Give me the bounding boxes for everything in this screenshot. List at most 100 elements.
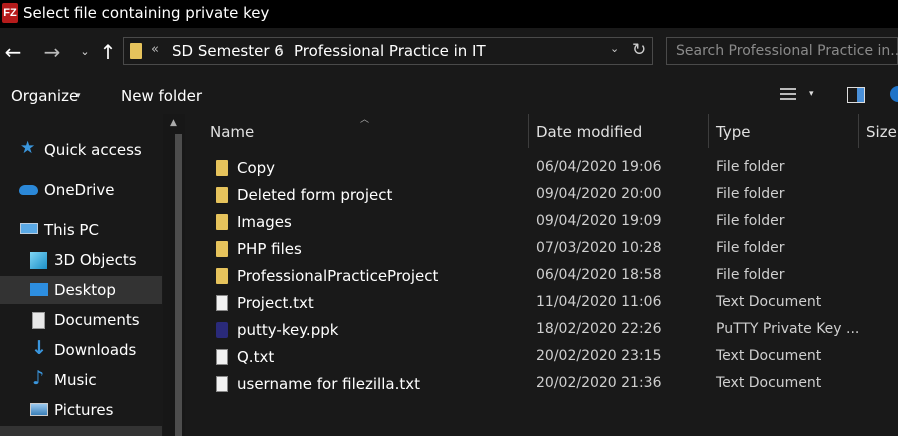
file-type: File folder [716, 267, 785, 283]
folder-icon [216, 214, 228, 230]
scrollbar-thumb[interactable] [175, 134, 182, 436]
title-bar: FZ Select file containing private key [0, 0, 898, 28]
up-arrow-icon[interactable]: ↑ [96, 40, 120, 64]
file-date: 18/02/2020 22:26 [536, 321, 662, 337]
file-date: 20/02/2020 21:36 [536, 375, 662, 391]
search-input[interactable]: Search Professional Practice in... [666, 37, 898, 65]
file-date: 07/03/2020 10:28 [536, 240, 662, 256]
file-type: PuTTY Private Key ... [716, 321, 860, 337]
folder-icon [130, 43, 142, 59]
file-row[interactable]: Deleted form project 09/04/2020 20:00 Fi… [186, 182, 898, 209]
column-header-date-modified[interactable]: Date modified [536, 123, 642, 141]
sidebar-item-label: Music [54, 371, 97, 389]
column-header-name[interactable]: Name [210, 123, 254, 141]
column-divider[interactable] [858, 114, 859, 148]
folder-icon [216, 160, 228, 176]
file-type: Text Document [716, 348, 822, 364]
sidebar-item-label: This PC [44, 221, 99, 239]
file-name: Project.txt [237, 294, 314, 312]
folder-icon [216, 187, 228, 203]
organize-button[interactable]: Organize [11, 87, 78, 105]
sidebar-item-label: Pictures [54, 401, 114, 419]
file-type: File folder [716, 186, 785, 202]
file-name: putty-key.ppk [237, 321, 339, 339]
file-date: 06/04/2020 19:06 [536, 159, 662, 175]
cube-icon [30, 252, 47, 269]
sidebar-item-label: OneDrive [44, 181, 115, 199]
back-arrow-icon[interactable]: ← [1, 40, 25, 64]
file-date: 09/04/2020 20:00 [536, 186, 662, 202]
column-header-type[interactable]: Type [716, 123, 750, 141]
text-file-icon [216, 295, 228, 311]
file-date: 11/04/2020 11:06 [536, 294, 662, 310]
folder-icon [216, 241, 228, 257]
file-name: PHP files [237, 240, 302, 258]
file-name: username for filezilla.txt [237, 375, 420, 393]
sidebar-item-onedrive[interactable]: OneDrive [0, 176, 162, 204]
file-type: File folder [716, 213, 785, 229]
new-folder-button[interactable]: New folder [121, 87, 202, 105]
sidebar-item-this-pc[interactable]: This PC [0, 216, 162, 244]
file-row[interactable]: putty-key.ppk 18/02/2020 22:26 PuTTY Pri… [186, 317, 898, 344]
folder-icon [216, 268, 228, 284]
sidebar-item-music[interactable]: ♪ Music [0, 366, 162, 394]
sort-ascending-icon: ︿ [360, 115, 370, 125]
sidebar-item-label: Documents [54, 311, 140, 329]
desktop-icon [30, 283, 48, 296]
sidebar-item-label: Quick access [44, 141, 142, 159]
star-icon: ★ [20, 138, 36, 158]
file-row[interactable]: username for filezilla.txt 20/02/2020 21… [186, 371, 898, 398]
sidebar-item-desktop[interactable]: Desktop [0, 276, 162, 304]
address-bar[interactable]: « SD Semester 6 › Professional Practice … [123, 37, 653, 65]
file-row[interactable]: Q.txt 20/02/2020 23:15 Text Document [186, 344, 898, 371]
download-icon: ↓ [31, 337, 47, 359]
file-row[interactable]: Images 09/04/2020 19:09 File folder [186, 209, 898, 236]
file-row[interactable]: Project.txt 11/04/2020 11:06 Text Docume… [186, 290, 898, 317]
sidebar-item-documents[interactable]: Documents [0, 306, 162, 334]
sidebar-item-downloads[interactable]: ↓ Downloads [0, 336, 162, 364]
column-divider[interactable] [528, 114, 529, 148]
sidebar-item-videos-partial[interactable] [0, 426, 162, 436]
filezilla-icon: FZ [2, 3, 18, 23]
file-type: Text Document [716, 375, 822, 391]
text-file-icon [216, 376, 228, 392]
file-name: Images [237, 213, 292, 231]
preview-pane-icon[interactable] [847, 87, 865, 103]
view-dropdown-icon[interactable]: ▾ [809, 89, 814, 99]
documents-icon [32, 312, 45, 329]
breadcrumb-separator-icon[interactable]: › [278, 42, 284, 58]
file-row[interactable]: Copy 06/04/2020 19:06 File folder [186, 155, 898, 182]
hidden-path-chevron-icon[interactable]: « [151, 42, 159, 57]
sidebar-item-label: Desktop [54, 281, 116, 299]
view-details-icon[interactable] [780, 88, 796, 102]
column-header-size[interactable]: Size [866, 123, 897, 141]
sidebar-item-pictures[interactable]: Pictures [0, 396, 162, 424]
computer-icon [20, 223, 38, 234]
sidebar-item-3d-objects[interactable]: 3D Objects [0, 246, 162, 274]
file-date: 20/02/2020 23:15 [536, 348, 662, 364]
forward-arrow-icon[interactable]: → [40, 40, 64, 64]
organize-dropdown-icon[interactable]: ▾ [76, 91, 81, 101]
file-row[interactable]: PHP files 07/03/2020 10:28 File folder [186, 236, 898, 263]
breadcrumb-sd-semester-6[interactable]: SD Semester 6 [172, 42, 284, 60]
file-name: Q.txt [237, 348, 275, 366]
window-title: Select file containing private key [23, 4, 270, 22]
address-dropdown-icon[interactable]: ⌄ [610, 42, 619, 55]
file-type: Text Document [716, 294, 822, 310]
file-type: File folder [716, 240, 785, 256]
file-name: Copy [237, 159, 276, 177]
refresh-icon[interactable]: ↻ [632, 40, 646, 60]
file-row[interactable]: ProfessionalPracticeProject 06/04/2020 1… [186, 263, 898, 290]
breadcrumb-professional-practice[interactable]: Professional Practice in IT [294, 42, 486, 60]
sidebar-item-label: 3D Objects [54, 251, 137, 269]
scroll-up-arrow-icon[interactable]: ▲ [170, 118, 177, 128]
file-name: ProfessionalPracticeProject [237, 267, 439, 285]
pictures-icon [30, 403, 48, 416]
cloud-icon [19, 185, 38, 195]
sidebar-item-quick-access[interactable]: ★ Quick access [0, 136, 162, 164]
search-placeholder: Search Professional Practice in... [676, 43, 898, 59]
column-divider[interactable] [708, 114, 709, 148]
sidebar-item-label: Downloads [54, 341, 137, 359]
recent-locations-dropdown-icon[interactable]: ⌄ [78, 40, 92, 64]
file-type: File folder [716, 159, 785, 175]
